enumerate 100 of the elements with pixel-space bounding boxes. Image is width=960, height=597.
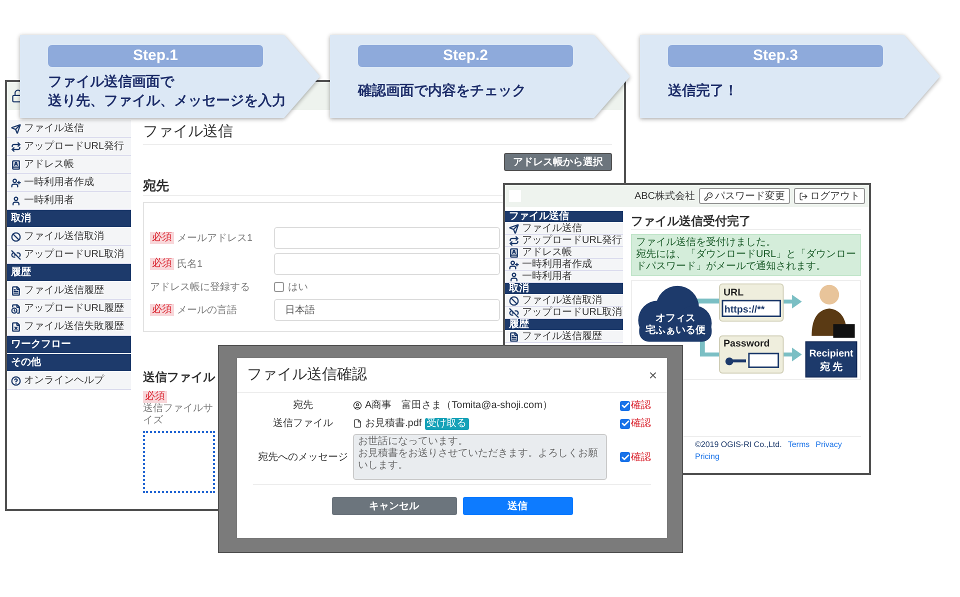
contact-book-icon (509, 248, 519, 258)
confirm-label: 確認 (631, 416, 651, 431)
sidebar-item[interactable]: アップロードURL履歴 (7, 300, 131, 318)
user-icon (11, 196, 21, 206)
arrow-icon (783, 294, 802, 308)
password-value-box (748, 352, 780, 368)
field-label: アドレス帳に登録する (150, 280, 250, 294)
message-text: お世話になっています。 (358, 436, 469, 448)
person-silhouette-drawing (812, 284, 855, 338)
row-label: 送信ファイル (272, 417, 334, 431)
connector-line (700, 340, 720, 356)
field-label: メールアドレス1 (177, 232, 253, 246)
user-plus-icon (509, 260, 519, 270)
key-icon (725, 357, 746, 366)
url-label: URL (723, 288, 744, 299)
user-icon (353, 401, 362, 410)
recipient-label: 宛 先 (820, 362, 843, 374)
sidebar-item[interactable]: ファイル送信履歴 (7, 282, 131, 300)
sidebar-item[interactable]: 一時利用者 (505, 271, 623, 283)
sidebar-item[interactable]: 一時利用者 (7, 192, 131, 210)
user-plus-icon (11, 178, 21, 188)
footer-link[interactable]: Pricing (695, 451, 720, 463)
cancel-button[interactable]: キャンセル (332, 497, 456, 515)
sidebar-section-header: 取消 (505, 283, 623, 295)
document-icon (11, 286, 21, 296)
alert-text: 宛先には、「ダウンロードURL」と「ダウンロードパスワード」がメールで通知されます。 (636, 249, 856, 273)
close-button[interactable]: × (648, 368, 657, 382)
required-badge: 必須 (143, 391, 167, 403)
sidebar-item[interactable]: アドレス帳 (7, 156, 131, 174)
step-label: Step.2 (358, 45, 573, 67)
checkbox[interactable] (620, 418, 630, 428)
sidebar-section-header: その他 (7, 354, 131, 372)
sidebar-section-header: 取消 (7, 210, 131, 228)
row-label: 宛先 (292, 398, 314, 413)
file-name: お見積書.pdf (365, 416, 422, 431)
document-clock-icon (11, 304, 21, 314)
sidebar-item[interactable]: ファイル送信履歴 (505, 331, 623, 343)
url-value: https://** (724, 304, 765, 316)
sidebar-item[interactable]: アップロードURL発行 (505, 235, 623, 247)
recipient-box (805, 341, 858, 378)
sidebar-item[interactable]: アップロードURL取消 (7, 246, 131, 264)
input-field[interactable] (274, 227, 500, 249)
send-button[interactable]: 送信 (462, 497, 572, 515)
file-drop-area[interactable] (143, 431, 215, 493)
sidebar-item[interactable]: ファイル送信取消 (505, 295, 623, 307)
step-description: ファイル送信画面で (48, 72, 176, 90)
field-label: 氏名1 (177, 258, 203, 272)
repeat-icon (509, 236, 519, 246)
address-book-button[interactable]: アドレス帳から選択 (504, 153, 612, 171)
recipient-label: Recipient (809, 348, 854, 360)
logout-icon (799, 192, 808, 200)
field-label: メールの言語 (177, 304, 237, 318)
sidebar-item[interactable]: アップロードURL取消 (505, 307, 623, 319)
sidebar-item[interactable]: ファイル送信 (505, 223, 623, 235)
sidebar-item[interactable]: アドレス帳 (505, 247, 623, 259)
row-label: 宛先へのメッセージ (257, 450, 349, 464)
contact-book-icon (11, 160, 21, 170)
checkbox-label: はい (288, 280, 308, 294)
footer-link[interactable]: Terms (788, 439, 810, 451)
document-x-icon (11, 322, 21, 332)
sidebar-item[interactable]: アップロードURL発行 (7, 138, 131, 156)
input-field[interactable] (274, 253, 500, 275)
cloud-label: オフィス (655, 313, 696, 324)
file-size-note: 送信ファイルサイズ (143, 403, 214, 427)
document-icon (509, 332, 519, 342)
checkbox[interactable] (620, 400, 630, 410)
step-label: Step.1 (48, 45, 263, 67)
confirm-label: 確認 (631, 398, 651, 413)
sidebar-section-header: ワークフロー (7, 336, 131, 354)
confirm-label: 確認 (631, 450, 651, 464)
sidebar-item[interactable]: ファイル送信取消 (7, 228, 131, 246)
footer-link[interactable]: Privacy (816, 439, 842, 451)
cloud-label: 宅ふぁいる便 (645, 324, 706, 336)
user-icon (509, 272, 519, 282)
recipient-value: A商事 富田さま（Tomita@a-shoji.com） (365, 398, 552, 413)
checkbox[interactable] (620, 452, 630, 462)
step-description: 確認画面で内容をチェック (358, 81, 527, 100)
alert-text: ファイル送信を受付けました。 (636, 237, 777, 248)
send-icon (509, 224, 519, 234)
header-button[interactable]: パスワード変更 (699, 188, 790, 204)
step-description: 送り先、ファイル、メッセージを入力 (48, 90, 287, 110)
ban-icon (11, 232, 21, 242)
dialog-title: ファイル送信確認 (247, 364, 367, 385)
required-badge: 必須 (150, 258, 174, 270)
checkbox[interactable] (274, 282, 284, 292)
sidebar-item[interactable]: 一時利用者作成 (7, 174, 131, 192)
page-title: ファイル送信 (143, 122, 612, 145)
help-icon (11, 376, 21, 386)
password-label: Password (723, 338, 770, 350)
sidebar-section-header: ファイル送信 (505, 211, 623, 223)
sidebar-item[interactable]: オンラインヘルプ (7, 372, 131, 390)
send-icon (11, 124, 21, 134)
sidebar-item[interactable]: ファイル送信失敗履歴 (7, 318, 131, 336)
sidebar-item[interactable]: ファイル送信 (7, 120, 131, 138)
sidebar-section-header: 履歴 (7, 264, 131, 282)
language-select[interactable]: 日本語 (274, 299, 500, 321)
broken-link-icon (509, 308, 519, 318)
receive-badge: 受け取る (424, 418, 469, 430)
header-button[interactable]: ログアウト (794, 188, 865, 204)
sidebar-item[interactable]: 一時利用者作成 (505, 259, 623, 271)
